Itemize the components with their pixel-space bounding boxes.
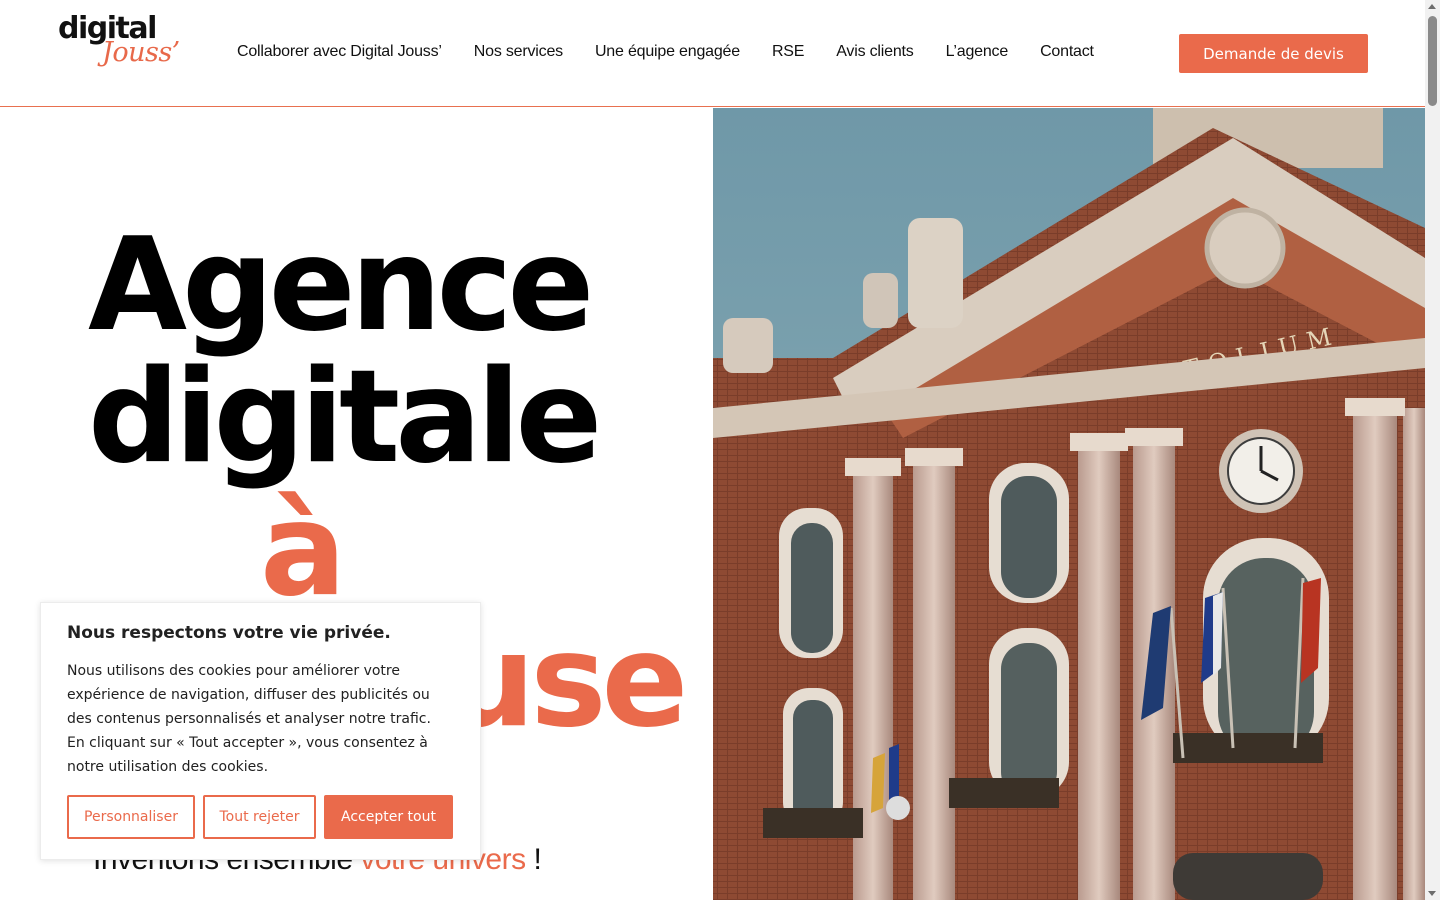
nav-item-contact[interactable]: Contact: [1040, 42, 1094, 62]
site-header: digital Jouss’ Collaborer avec Digital J…: [0, 0, 1425, 107]
nav-item-rse[interactable]: RSE: [772, 42, 805, 62]
cookie-accept-button[interactable]: Accepter tout: [324, 795, 453, 839]
scroll-thumb[interactable]: [1428, 16, 1437, 106]
logo-text-jouss: Jouss’: [102, 37, 180, 68]
cookie-consent-banner: Nous respectons votre vie privée. Nous u…: [40, 602, 481, 860]
nav-item-equipe[interactable]: Une équipe engagée: [595, 42, 740, 62]
hero-subtitle-suffix: !: [533, 843, 542, 876]
nav-item-agence[interactable]: L’agence: [946, 42, 1009, 62]
page-scrollbar[interactable]: [1425, 0, 1440, 900]
scroll-up-arrow-icon[interactable]: [1428, 4, 1436, 9]
nav-item-collaborer[interactable]: Collaborer avec Digital Jouss’: [237, 42, 442, 62]
main-nav: Collaborer avec Digital Jouss’ Nos servi…: [237, 42, 1126, 62]
cookie-reject-button[interactable]: Tout rejeter: [203, 795, 316, 839]
hero-title-line-a: à: [260, 476, 346, 625]
nav-item-avis[interactable]: Avis clients: [836, 42, 914, 62]
cookie-customize-button[interactable]: Personnaliser: [67, 795, 195, 839]
hero-image-capitole: CAPITOLIUM: [713, 108, 1425, 900]
nav-item-services[interactable]: Nos services: [474, 42, 563, 62]
quote-request-button[interactable]: Demande de devis: [1179, 34, 1368, 73]
scroll-down-arrow-icon[interactable]: [1428, 891, 1436, 896]
hero-title-line-agence: Agence: [88, 211, 594, 360]
hero-title-line-digitale: digitale: [88, 343, 602, 492]
cookie-banner-text: Nous utilisons des cookies pour améliore…: [67, 663, 431, 775]
cookie-banner-title: Nous respectons votre vie privée.: [67, 623, 391, 643]
logo[interactable]: digital Jouss’: [58, 12, 183, 76]
capitole-building-illustration: CAPITOLIUM: [713, 108, 1425, 900]
